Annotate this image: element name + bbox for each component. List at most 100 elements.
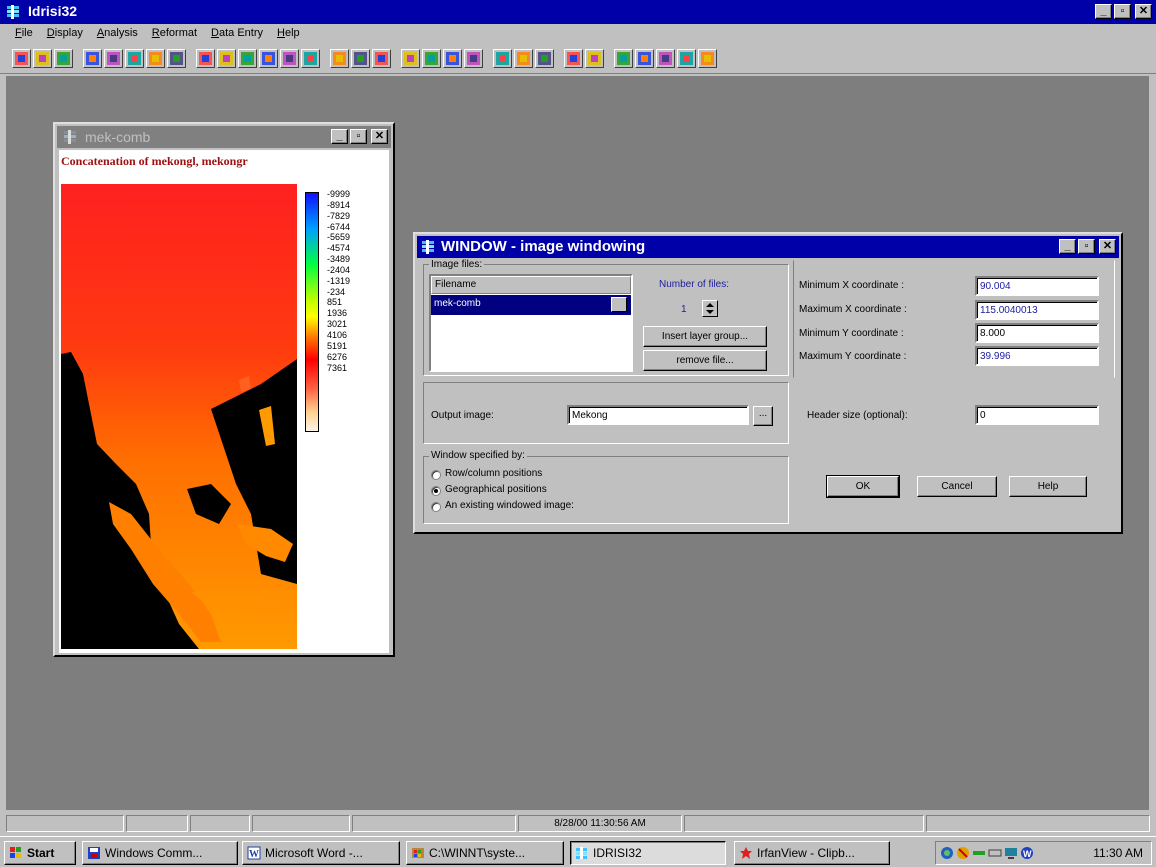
maximize-button[interactable]: ▫ — [1114, 4, 1131, 19]
toolbar-tool-icon[interactable] — [259, 49, 278, 68]
keyboard-icon[interactable] — [988, 846, 1002, 860]
menu-data-entry[interactable]: Data Entry — [204, 24, 270, 44]
toolbar-tool-icon[interactable] — [656, 49, 675, 68]
menu-file[interactable]: File — [8, 24, 40, 44]
output-image-input[interactable]: Mekong — [567, 405, 749, 425]
toolbar-tool-icon[interactable] — [401, 49, 420, 68]
legend-value: -3489 — [327, 254, 351, 265]
status-cell — [352, 815, 516, 832]
ok-button[interactable]: OK — [826, 475, 900, 498]
max-y-input[interactable]: 39.996 — [975, 346, 1099, 366]
radio-geographical-label[interactable]: Geographical positions — [445, 484, 547, 495]
toolbar-tool-icon[interactable] — [443, 49, 462, 68]
radio-existing-window[interactable] — [431, 502, 441, 512]
toolbar-tool-icon[interactable] — [146, 49, 165, 68]
toolbar-tool-icon[interactable] — [535, 49, 554, 68]
filename-column-header[interactable]: Filename — [431, 276, 631, 294]
toolbar-tool-icon[interactable] — [238, 49, 257, 68]
toolbar-tool-icon[interactable] — [167, 49, 186, 68]
radio-row-column[interactable] — [431, 470, 441, 480]
toolbar-tool-icon[interactable] — [125, 49, 144, 68]
toolbar-tool-icon[interactable] — [280, 49, 299, 68]
image-minimize-button[interactable]: _ — [331, 129, 348, 144]
file-list-item[interactable]: mek-comb — [431, 295, 631, 315]
cancel-button[interactable]: Cancel — [917, 476, 997, 497]
min-y-input[interactable]: 8.000 — [975, 323, 1099, 343]
toolbar-tool-icon[interactable] — [196, 49, 215, 68]
legend-value: 7361 — [327, 362, 348, 373]
elevation-map[interactable] — [61, 184, 297, 649]
file-list[interactable]: Filename mek-comb — [429, 274, 633, 372]
toolbar-tool-icon[interactable] — [104, 49, 123, 68]
dialog-maximize-button[interactable]: ▫ — [1078, 239, 1095, 254]
image-window[interactable]: mek-comb _ ▫ ✕ Concatenation of mekongl,… — [53, 122, 395, 657]
dialog-close-button[interactable]: ✕ — [1099, 239, 1116, 254]
network-icon[interactable] — [940, 846, 954, 860]
toolbar-tool-icon[interactable] — [614, 49, 633, 68]
display-icon[interactable] — [1004, 846, 1018, 860]
task-label: IrfanView - Clipb... — [757, 846, 855, 860]
toolbar-tool-icon[interactable] — [635, 49, 654, 68]
windows-logo-icon — [10, 847, 21, 858]
word-tray-icon[interactable]: W — [1020, 846, 1034, 860]
image-canvas[interactable]: Concatenation of mekongl, mekongr -9999-… — [59, 150, 389, 653]
output-browse-button[interactable]: ... — [753, 406, 773, 426]
task-idrisi32[interactable]: IDRISI32 — [570, 841, 726, 865]
toolbar-tool-icon[interactable] — [54, 49, 73, 68]
number-of-files-spinner[interactable] — [702, 300, 718, 317]
image-window-titlebar[interactable]: mek-comb _ ▫ ✕ — [57, 126, 391, 148]
toolbar-tool-icon[interactable] — [330, 49, 349, 68]
toolbar-tool-icon[interactable] — [372, 49, 391, 68]
menu-reformat[interactable]: Reformat — [145, 24, 204, 44]
radio-row-column-label[interactable]: Row/column positions — [445, 468, 542, 479]
max-x-input[interactable]: 115.0040013 — [975, 300, 1099, 320]
toolbar-tool-icon[interactable] — [493, 49, 512, 68]
toolbar-tool-icon[interactable] — [564, 49, 583, 68]
header-size-input[interactable]: 0 — [975, 405, 1099, 425]
browse-file-button[interactable] — [611, 297, 627, 312]
start-button[interactable]: Start — [4, 841, 76, 865]
toolbar-tool-icon[interactable] — [83, 49, 102, 68]
close-button[interactable]: ✕ — [1135, 4, 1152, 19]
minimize-button[interactable]: _ — [1095, 4, 1112, 19]
toolbar-tool-icon[interactable] — [217, 49, 236, 68]
task-irfanview[interactable]: IrfanView - Clipb... — [734, 841, 890, 865]
insert-layer-group-button[interactable]: Insert layer group... — [643, 326, 767, 347]
task-microsoft-word[interactable]: W Microsoft Word -... — [242, 841, 400, 865]
app-titlebar: Idrisi32 _ ▫ ✕ — [0, 0, 1156, 24]
toolbar-tool-icon[interactable] — [677, 49, 696, 68]
radio-geographical[interactable] — [431, 486, 441, 496]
help-button[interactable]: Help — [1009, 476, 1087, 497]
menu-display[interactable]: Display — [40, 24, 90, 44]
connection-icon[interactable] — [972, 846, 986, 860]
menu-analysis[interactable]: Analysis — [90, 24, 145, 44]
toolbar-tool-icon[interactable] — [698, 49, 717, 68]
toolbar-tool-icon[interactable] — [351, 49, 370, 68]
idrisi-doc-icon — [64, 130, 76, 144]
remove-file-button[interactable]: remove file... — [643, 350, 767, 371]
task-windows-commander[interactable]: Windows Comm... — [82, 841, 238, 865]
dialog-minimize-button[interactable]: _ — [1059, 239, 1076, 254]
radio-existing-window-label[interactable]: An existing windowed image: — [445, 500, 574, 511]
toolbar-tool-icon[interactable] — [12, 49, 31, 68]
toolbar-tool-icon[interactable] — [33, 49, 52, 68]
task-winnt-system[interactable]: C:\WINNT\syste... — [406, 841, 564, 865]
legend-value: 6276 — [327, 351, 348, 362]
menu-help[interactable]: Help — [270, 24, 307, 44]
min-x-input[interactable]: 90.004 — [975, 276, 1099, 296]
legend-value: -7829 — [327, 210, 351, 221]
image-maximize-button[interactable]: ▫ — [350, 129, 367, 144]
image-close-button[interactable]: ✕ — [371, 129, 388, 144]
toolbar-tool-icon[interactable] — [422, 49, 441, 68]
window-dialog[interactable]: WINDOW - image windowing _ ▫ ✕ Image fil… — [413, 232, 1123, 534]
antivirus-icon[interactable] — [956, 846, 970, 860]
toolbar-tool-icon[interactable] — [585, 49, 604, 68]
taskbar-clock[interactable]: 11:30 AM — [1093, 846, 1143, 860]
toolbar-tool-icon[interactable] — [301, 49, 320, 68]
legend-value: -6744 — [327, 221, 351, 232]
toolbar-tool-icon[interactable] — [514, 49, 533, 68]
taskbar: Start Windows Comm... W Microsoft Word -… — [0, 836, 1156, 867]
system-tray: W 11:30 AM — [935, 841, 1152, 865]
dialog-titlebar[interactable]: WINDOW - image windowing _ ▫ ✕ — [417, 236, 1119, 258]
toolbar-tool-icon[interactable] — [464, 49, 483, 68]
